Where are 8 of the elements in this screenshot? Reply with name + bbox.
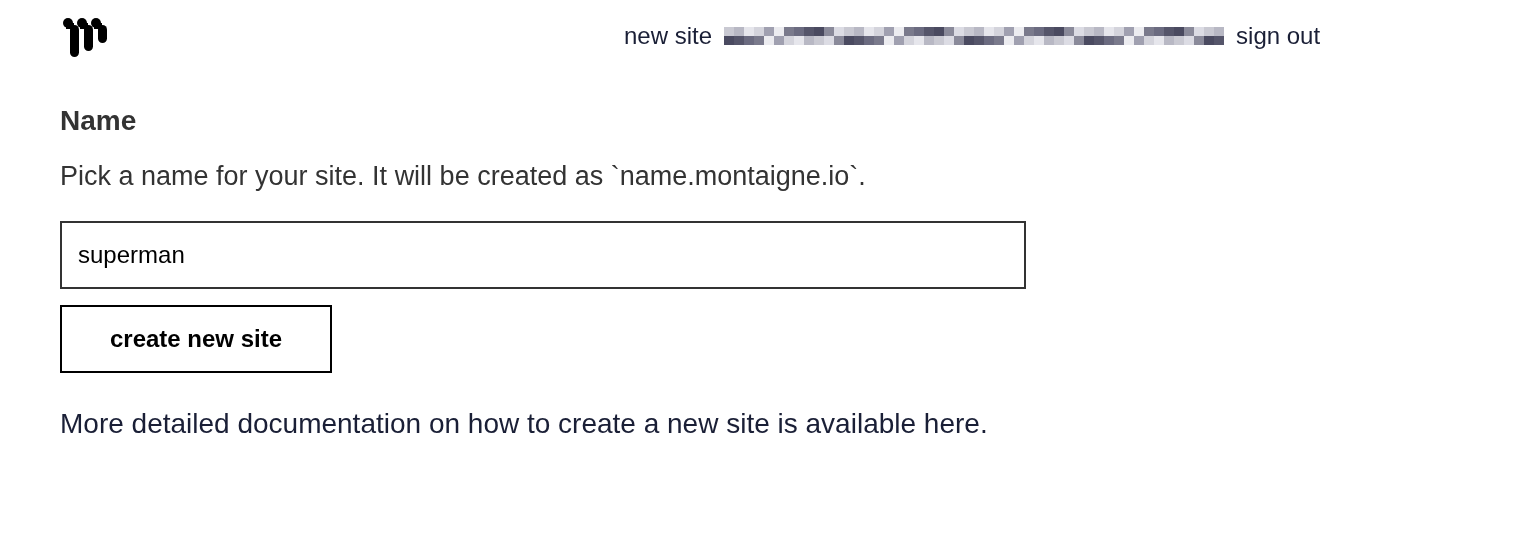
site-name-input[interactable]: superman [60,220,1026,289]
documentation-link[interactable]: here [923,407,980,439]
nav-link[interactable]: new site [624,18,713,54]
nav-link[interactable]: sign out [1236,18,1321,54]
field-heading: Name [60,104,137,138]
create-site-button[interactable]: create new site [60,304,332,373]
documentation-text: More detailed documentation on how to create a new site is available here. [60,406,988,441]
field-description: Pick a name for your site. It will be created as `name.montaigne.io`. [60,160,866,193]
